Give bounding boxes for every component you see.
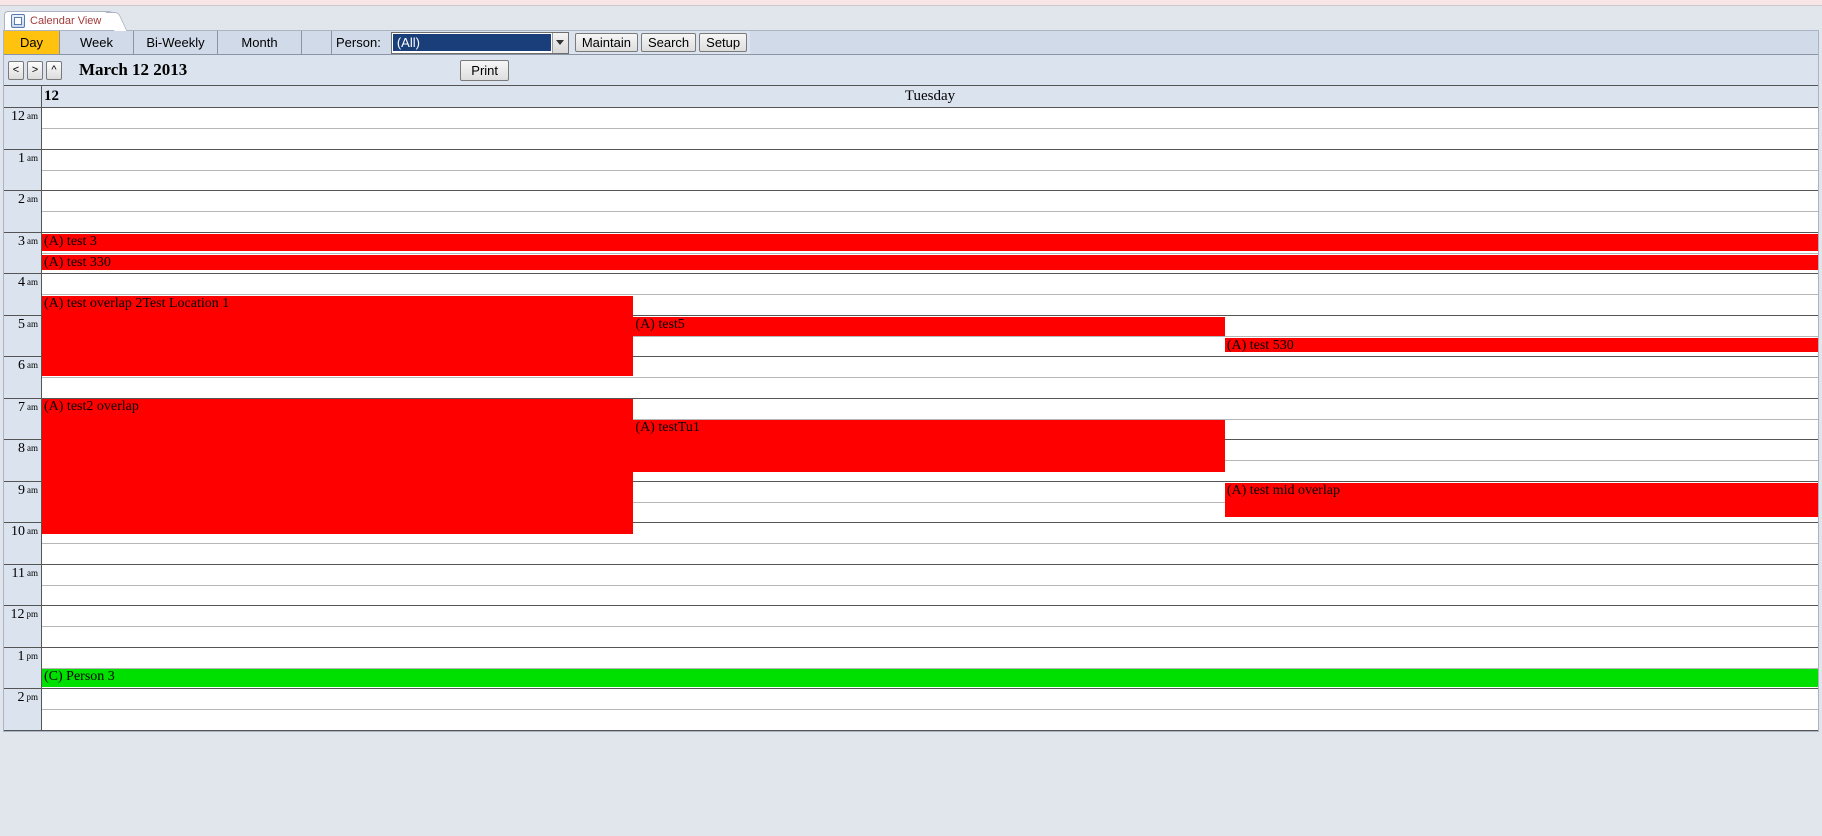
person-combobox-dropdown-button[interactable] (552, 33, 568, 53)
time-label: 4am (4, 274, 42, 315)
day-header: 12 Tuesday (4, 86, 1818, 108)
prev-button[interactable]: < (8, 61, 24, 80)
time-label: 11am (4, 565, 42, 606)
date-title: March 12 2013 (65, 60, 187, 80)
view-tab-week[interactable]: Week (60, 31, 134, 54)
time-label: 8am (4, 440, 42, 481)
toolbar-remainder (750, 31, 1818, 54)
setup-button[interactable]: Setup (699, 33, 747, 52)
day-name: Tuesday (905, 88, 955, 105)
chevron-down-icon (556, 40, 564, 46)
calendar-event[interactable]: (A) test2 overlap (42, 399, 633, 534)
next-button[interactable]: > (27, 61, 43, 80)
nav-row: < > ^ March 12 2013 Print (4, 55, 1818, 85)
calendar-event[interactable]: (A) test mid overlap (1225, 483, 1818, 517)
calendar-event[interactable]: (A) test 530 (1225, 338, 1818, 352)
document-tab-label: Calendar View (30, 15, 101, 27)
print-button[interactable]: Print (460, 60, 509, 81)
person-label: Person: (332, 31, 391, 54)
calendar-event[interactable]: (A) test5 (633, 317, 1224, 336)
calendar-event[interactable]: (C) Person 3 (42, 669, 1818, 687)
calendar-event[interactable]: (A) test overlap 2Test Location 1 (42, 296, 633, 376)
view-tab-biweekly[interactable]: Bi-Weekly (134, 31, 218, 54)
calendar-form: Day Week Bi-Weekly Month Person: (All) M… (3, 30, 1819, 732)
day-number: 12 (42, 88, 59, 105)
maintain-button[interactable]: Maintain (575, 33, 638, 52)
calendar-event[interactable]: (A) test 330 (42, 255, 1818, 270)
time-label: 6am (4, 357, 42, 398)
time-label: 2am (4, 191, 42, 232)
document-tab-calendar-view[interactable]: Calendar View (4, 11, 116, 30)
time-label: 1am (4, 150, 42, 191)
form-icon (11, 14, 25, 28)
view-tab-month[interactable]: Month (218, 31, 302, 54)
today-button[interactable]: ^ (46, 61, 62, 80)
time-label: 5am (4, 316, 42, 357)
toolbar-spacer (302, 31, 332, 54)
view-toolbar: Day Week Bi-Weekly Month Person: (All) M… (4, 31, 1818, 55)
time-label: 12am (4, 108, 42, 149)
document-tab-row: Calendar View (0, 6, 1822, 30)
time-label: 7am (4, 399, 42, 440)
time-label: 10am (4, 523, 42, 564)
events-layer: (A) test 3 (A) test 330 (A) test overlap 2… (42, 108, 1818, 731)
time-label: 12pm (4, 606, 42, 647)
day-header-gutter (4, 86, 42, 107)
calendar-grid: 12 Tuesday 12am1am2am3am4am5am6am7am8am9… (4, 85, 1818, 731)
person-combobox[interactable]: (All) (391, 32, 569, 54)
time-label: 1pm (4, 648, 42, 689)
calendar-event[interactable]: (A) test 3 (42, 234, 1818, 251)
calendar-event[interactable]: (A) testTu1 (633, 420, 1224, 472)
time-label: 9am (4, 482, 42, 523)
time-label: 3am (4, 233, 42, 274)
search-button[interactable]: Search (641, 33, 696, 52)
person-combobox-value: (All) (393, 34, 551, 51)
view-tab-day[interactable]: Day (4, 31, 60, 54)
day-header-title: 12 Tuesday (42, 86, 1818, 107)
time-label: 2pm (4, 689, 42, 730)
